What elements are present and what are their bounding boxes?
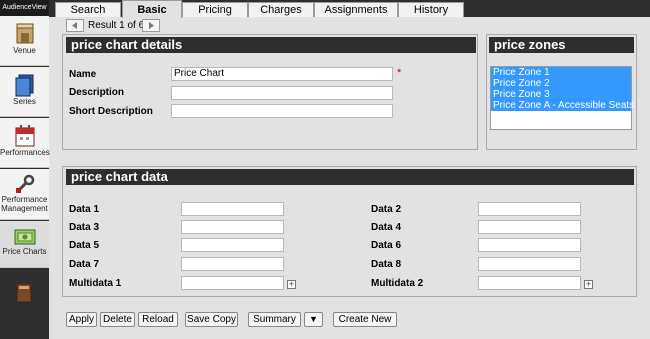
name-label: Name bbox=[69, 69, 97, 80]
sidebar-item-venue[interactable]: Venue bbox=[0, 16, 49, 66]
data-8-label: Data 8 bbox=[371, 259, 402, 270]
result-counter: Result 1 of 6 bbox=[88, 20, 145, 31]
zone-option[interactable]: Price Zone A - Accessible Seats bbox=[491, 100, 634, 111]
zone-option[interactable]: Price Zone 3 bbox=[491, 89, 631, 100]
data-title: price chart data bbox=[66, 169, 634, 185]
sidebar-item-label-line2: Management bbox=[1, 204, 48, 213]
reload-button[interactable]: Reload bbox=[138, 312, 178, 327]
sidebar-item-performance-management[interactable]: Performance Management bbox=[0, 169, 49, 220]
price-zones-listbox[interactable]: Price Zone 1 Price Zone 2 Price Zone 3 P… bbox=[490, 66, 634, 130]
multidata-1-expand-icon[interactable]: + bbox=[287, 280, 296, 289]
next-result-button[interactable] bbox=[142, 19, 160, 32]
save-copy-button[interactable]: Save Copy bbox=[185, 312, 238, 327]
sidebar-item-label: Series bbox=[13, 97, 36, 106]
summary-dropdown-button[interactable]: ▼ bbox=[304, 312, 323, 327]
zones-title: price zones bbox=[489, 37, 634, 53]
data-7-label: Data 7 bbox=[69, 259, 100, 270]
sidebar-item-performances[interactable]: Performances bbox=[0, 118, 50, 168]
brand-label: AudienceView bbox=[0, 0, 49, 16]
wrench-icon bbox=[15, 174, 34, 193]
data-3-label: Data 3 bbox=[69, 222, 100, 233]
zone-option[interactable]: Price Zone 2 bbox=[491, 78, 631, 89]
data-4-label: Data 4 bbox=[371, 222, 402, 233]
sidebar-item-label-line1: Performance bbox=[1, 195, 48, 204]
delete-button[interactable]: Delete bbox=[100, 312, 135, 327]
name-field[interactable]: Price Chart bbox=[171, 67, 393, 81]
sidebar-item-label: Performances bbox=[0, 148, 50, 157]
short-description-field[interactable] bbox=[171, 104, 393, 118]
data-2-label: Data 2 bbox=[371, 204, 402, 215]
price-chart-icon bbox=[14, 229, 35, 245]
data-1-field[interactable] bbox=[181, 202, 284, 216]
data-7-field[interactable] bbox=[181, 257, 284, 271]
tab-history[interactable]: History bbox=[398, 2, 464, 17]
left-sidebar: AudienceView Venue Series Performances P… bbox=[0, 0, 50, 339]
details-title: price chart details bbox=[66, 37, 476, 53]
tab-basic[interactable]: Basic bbox=[122, 0, 182, 18]
book-icon bbox=[16, 283, 32, 303]
listbox-empty-area bbox=[491, 111, 631, 129]
zone-option[interactable]: Price Zone 1 bbox=[491, 67, 631, 78]
multidata-1-label: Multidata 1 bbox=[69, 278, 122, 289]
create-new-button[interactable]: Create New bbox=[333, 312, 397, 327]
series-icon bbox=[15, 74, 33, 97]
data-8-field[interactable] bbox=[478, 257, 581, 271]
multidata-2-label: Multidata 2 bbox=[371, 278, 424, 289]
required-indicator: * bbox=[397, 67, 402, 79]
tab-assignments[interactable]: Assignments bbox=[314, 2, 398, 17]
sidebar-book-button[interactable] bbox=[0, 270, 49, 320]
multidata-1-field[interactable] bbox=[181, 276, 284, 290]
venue-icon bbox=[16, 23, 33, 44]
description-label: Description bbox=[69, 87, 125, 98]
calendar-icon bbox=[15, 125, 34, 147]
multidata-2-expand-icon[interactable]: + bbox=[584, 280, 593, 289]
data-5-field[interactable] bbox=[181, 238, 284, 252]
tab-bar: Search Basic Pricing Charges Assignments… bbox=[49, 0, 650, 18]
sidebar-item-price-charts[interactable]: Price Charts bbox=[0, 221, 49, 268]
data-2-field[interactable] bbox=[478, 202, 581, 216]
data-3-field[interactable] bbox=[181, 220, 284, 234]
description-field[interactable] bbox=[171, 86, 393, 100]
tab-charges[interactable]: Charges bbox=[248, 2, 314, 17]
summary-button[interactable]: Summary bbox=[248, 312, 301, 327]
data-6-label: Data 6 bbox=[371, 240, 402, 251]
data-6-field[interactable] bbox=[478, 238, 581, 252]
sidebar-item-series[interactable]: Series bbox=[0, 67, 49, 117]
tab-pricing[interactable]: Pricing bbox=[182, 2, 248, 17]
data-5-label: Data 5 bbox=[69, 240, 100, 251]
tab-search[interactable]: Search bbox=[55, 2, 121, 17]
previous-result-button[interactable] bbox=[66, 19, 84, 32]
data-1-label: Data 1 bbox=[69, 204, 100, 215]
short-description-label: Short Description bbox=[69, 106, 153, 117]
data-4-field[interactable] bbox=[478, 220, 581, 234]
arrow-left-icon bbox=[72, 22, 77, 29]
apply-button[interactable]: Apply bbox=[66, 312, 97, 327]
sidebar-item-label: Venue bbox=[13, 46, 36, 55]
multidata-2-field[interactable] bbox=[478, 276, 581, 290]
arrow-right-icon bbox=[149, 22, 154, 29]
sidebar-item-label: Price Charts bbox=[2, 247, 47, 256]
